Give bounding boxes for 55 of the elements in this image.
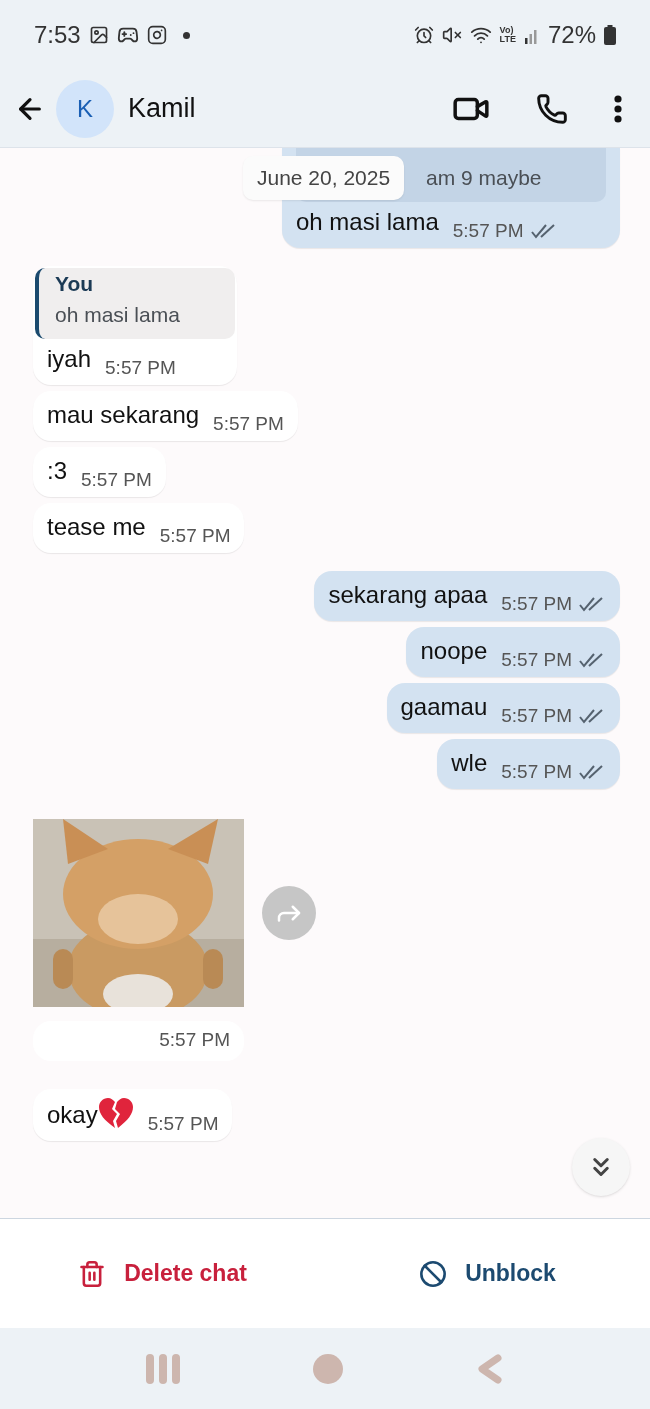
message-text: sekarang apaa: [328, 579, 488, 610]
unblock-button[interactable]: Unblock: [325, 1256, 650, 1291]
message-time: 5:57 PM: [501, 592, 572, 616]
message-time: 5:57 PM: [159, 1028, 230, 1053]
message-text: iyah: [47, 343, 92, 374]
quoted-message[interactable]: You oh masi lama: [35, 267, 235, 339]
message-bubble[interactable]: You oh masi lama iyah 5:57 PM: [33, 265, 237, 385]
message-bubble[interactable]: :3 5:57 PM: [33, 446, 166, 497]
more-options-button[interactable]: [614, 94, 622, 123]
message-bubble[interactable]: wle 5:57 PM: [437, 738, 620, 789]
message-time: 5:57 PM: [81, 468, 152, 492]
message-text: wle: [451, 747, 488, 778]
phone-call-button[interactable]: [536, 92, 568, 125]
message-time: 5:57 PM: [213, 412, 284, 436]
message-bubble[interactable]: noope 5:57 PM: [406, 626, 620, 677]
message-time: 5:57 PM: [159, 524, 231, 548]
message-bubble[interactable]: 5:57 PM: [33, 1020, 244, 1061]
message-text: tease me: [47, 511, 146, 542]
message-time: 5:57 PM: [105, 356, 176, 380]
message-time: 5:57 PM: [452, 219, 524, 243]
status-time: 7:53: [34, 20, 81, 50]
battery-icon: [604, 25, 616, 45]
message-text: gaamau: [400, 691, 488, 722]
ban-icon: [419, 1259, 448, 1288]
message-text: :3: [47, 455, 67, 486]
phone-icon: [536, 92, 568, 125]
message-time: 5:57 PM: [501, 760, 572, 784]
network-label: Vo) LTE: [499, 26, 516, 44]
message-bubble[interactable]: tease me 5:57 PM: [33, 502, 245, 553]
message-bubble[interactable]: okay 5:57 PM: [33, 1088, 233, 1141]
date-toast: June 20, 2025: [243, 156, 405, 200]
alarm-icon: [413, 25, 434, 45]
scroll-down-button[interactable]: [572, 1138, 630, 1196]
message-bubble[interactable]: sekarang apaa 5:57 PM: [314, 570, 620, 621]
delete-chat-button[interactable]: Delete chat: [0, 1256, 325, 1291]
message-text: okay: [47, 1099, 98, 1130]
camera-icon: [146, 25, 167, 45]
contact-name[interactable]: Kamil: [128, 88, 196, 129]
message-text: oh masi lama: [296, 206, 439, 237]
quote-text: oh masi lama: [55, 302, 181, 328]
message-time: 5:57 PM: [147, 1112, 219, 1136]
mute-icon: [441, 25, 462, 45]
message-text: mau sekarang: [47, 399, 200, 430]
message-bubble[interactable]: mau sekarang 5:57 PM: [33, 390, 298, 441]
more-options-icon: [614, 94, 622, 123]
battery-percent: 72%: [547, 20, 596, 50]
quote-text: am 9 maybe: [426, 165, 543, 191]
trash-icon: [78, 1259, 107, 1288]
avatar[interactable]: K: [56, 79, 114, 138]
message-text: noope: [420, 635, 488, 666]
message-time: 5:57 PM: [501, 648, 572, 672]
message-bubble[interactable]: gaamau 5:57 PM: [386, 682, 620, 733]
image-icon: [88, 25, 109, 45]
message-time: 5:57 PM: [501, 704, 572, 728]
quote-author: You: [55, 270, 95, 297]
